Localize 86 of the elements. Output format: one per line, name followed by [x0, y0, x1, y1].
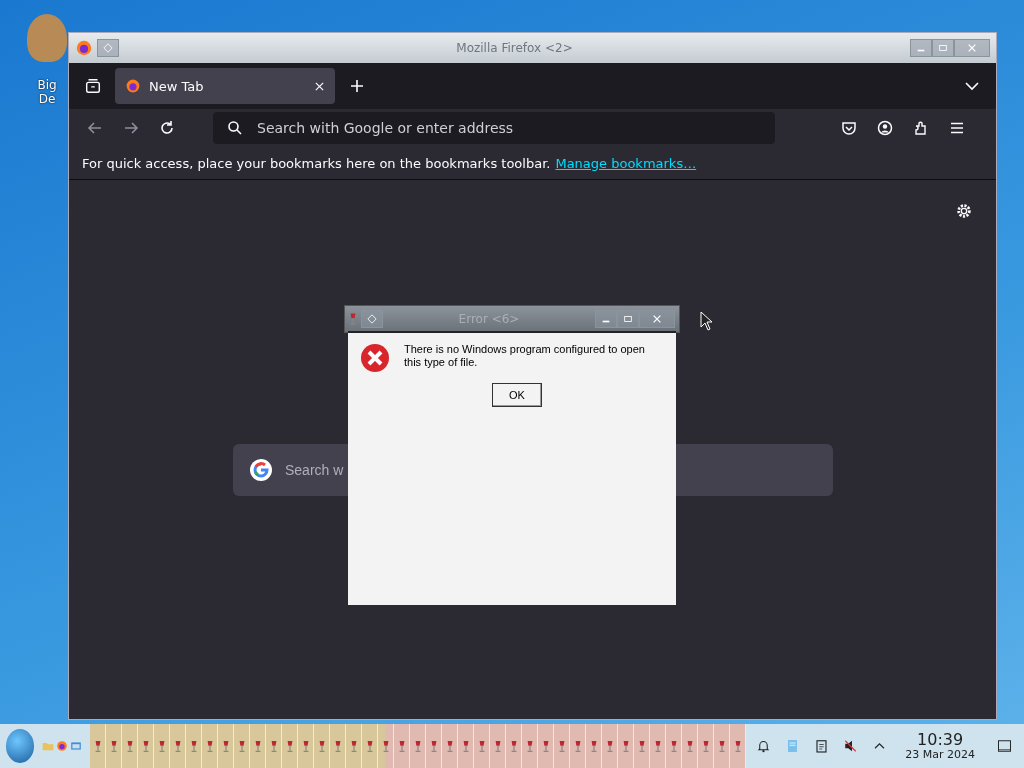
clock-date[interactable]: 23 Mar 2024: [905, 748, 975, 761]
wine-glass-icon[interactable]: [173, 739, 182, 753]
wine-glass-icon[interactable]: [237, 739, 246, 753]
close-icon: [652, 314, 662, 324]
window-title: Mozilla Firefox <2>: [455, 41, 574, 55]
wine-glass-icon[interactable]: [429, 739, 438, 753]
search-icon: [227, 120, 243, 136]
menu-icon[interactable]: [949, 120, 965, 136]
wine-glass-icon[interactable]: [685, 739, 694, 753]
maximize-button[interactable]: [932, 39, 954, 57]
diamond-icon: [367, 314, 377, 324]
wine-glass-icon[interactable]: [221, 739, 230, 753]
firefox-icon[interactable]: [56, 738, 69, 754]
wine-glass-icon[interactable]: [733, 739, 742, 753]
google-icon: [249, 458, 273, 482]
ok-button[interactable]: OK: [492, 383, 542, 407]
wine-glass-icon[interactable]: [301, 739, 310, 753]
settings-icon[interactable]: [955, 202, 973, 220]
back-arrow-icon[interactable]: [87, 120, 103, 136]
wine-glass-icon[interactable]: [109, 739, 118, 753]
wine-glass-icon[interactable]: [317, 739, 326, 753]
address-field[interactable]: Search with Google or enter address: [213, 112, 775, 144]
wine-glass-icon[interactable]: [397, 739, 406, 753]
wine-glass-icon: [349, 312, 357, 326]
wine-glass-icon[interactable]: [285, 739, 294, 753]
wine-glass-icon[interactable]: [509, 739, 518, 753]
maximize-button[interactable]: [617, 310, 639, 328]
reload-icon[interactable]: [159, 120, 175, 136]
wine-glass-icon[interactable]: [493, 739, 502, 753]
wine-glass-icon[interactable]: [365, 739, 374, 753]
wine-glass-icon[interactable]: [333, 739, 342, 753]
wine-glass-icon[interactable]: [125, 739, 134, 753]
desktop-icon-label: Big: [37, 78, 57, 92]
mouse-pointer-icon: [700, 311, 714, 331]
firefox-icon: [75, 39, 93, 57]
wine-glass-icon[interactable]: [717, 739, 726, 753]
firefox-icon: [125, 78, 141, 94]
wine-glass-icon[interactable]: [477, 739, 486, 753]
clock-time[interactable]: 10:39: [917, 731, 964, 748]
wine-glass-icon[interactable]: [653, 739, 662, 753]
wine-glass-icon[interactable]: [589, 739, 598, 753]
desktop-icon-label: De: [38, 92, 56, 106]
wine-glass-icon[interactable]: [269, 739, 278, 753]
wine-glass-icon[interactable]: [541, 739, 550, 753]
pin-button[interactable]: [97, 39, 119, 57]
wine-glass-icon[interactable]: [141, 739, 150, 753]
wine-glass-icon[interactable]: [253, 739, 262, 753]
diamond-icon: [103, 43, 113, 53]
wine-glass-icon[interactable]: [525, 739, 534, 753]
browser-tab[interactable]: New Tab: [115, 68, 335, 104]
wine-glass-icon[interactable]: [669, 739, 678, 753]
close-button[interactable]: [954, 39, 990, 57]
tab-title: New Tab: [149, 78, 205, 94]
forward-arrow-icon[interactable]: [123, 120, 139, 136]
wine-glass-icon[interactable]: [701, 739, 710, 753]
wine-glass-icon[interactable]: [189, 739, 198, 753]
manage-bookmarks-link[interactable]: Manage bookmarks…: [555, 155, 697, 171]
wine-glass-icon[interactable]: [445, 739, 454, 753]
puzzle-icon[interactable]: [913, 120, 929, 136]
close-icon[interactable]: [314, 80, 325, 92]
close-icon: [967, 43, 977, 53]
error-icon: [360, 343, 390, 373]
wine-glass-icon[interactable]: [413, 739, 422, 753]
bookmarks-toolbar-message: For quick access, place your bookmarks here on the bookmarks toolbar.: [82, 155, 551, 171]
minimize-button[interactable]: [910, 39, 932, 57]
account-icon[interactable]: [877, 120, 893, 136]
maximize-icon: [938, 43, 948, 53]
pocket-icon[interactable]: [841, 120, 857, 136]
wine-glass-icon[interactable]: [93, 739, 102, 753]
wine-glass-icon[interactable]: [205, 739, 214, 753]
error-message: There is no Windows program configured to open this type of file.: [404, 343, 646, 369]
wine-glass-icon[interactable]: [461, 739, 470, 753]
wine-glass-icon[interactable]: [157, 739, 166, 753]
maximize-icon: [623, 314, 633, 324]
plus-icon[interactable]: [349, 78, 365, 94]
wine-glass-icon[interactable]: [573, 739, 582, 753]
wine-glass-icon[interactable]: [621, 739, 630, 753]
wine-glass-icon[interactable]: [637, 739, 646, 753]
pin-button[interactable]: [361, 310, 383, 328]
tab-list-icon[interactable]: [84, 77, 102, 95]
start-button[interactable]: [6, 729, 35, 763]
wine-glass-icon[interactable]: [349, 739, 358, 753]
web-search-field[interactable]: Search w: [233, 444, 348, 496]
wine-glass-icon[interactable]: [381, 739, 390, 753]
wine-glass-icon[interactable]: [557, 739, 566, 753]
wine-glass-icon[interactable]: [605, 739, 614, 753]
